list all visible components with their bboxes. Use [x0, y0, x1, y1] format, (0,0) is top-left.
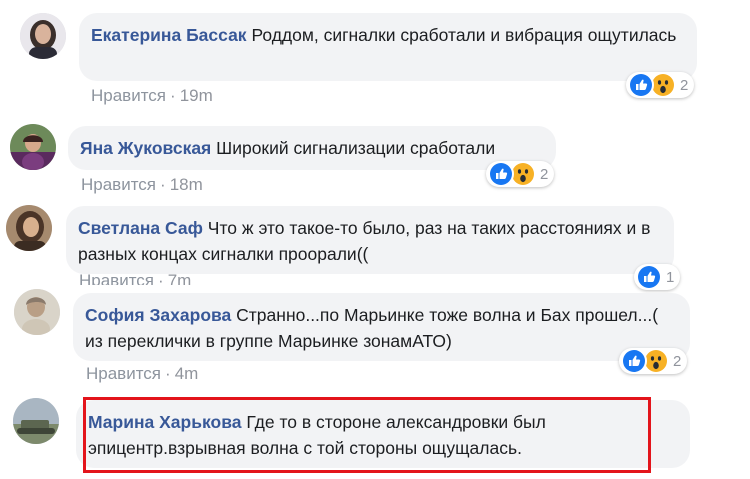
reactions-summary[interactable]: 1	[634, 264, 681, 290]
like-link[interactable]: Нравится	[91, 86, 166, 105]
avatar-photo	[14, 289, 60, 335]
avatar-photo	[6, 205, 52, 251]
reaction-count: 1	[666, 268, 675, 286]
like-icon	[628, 72, 654, 98]
comment-bubble: София Захарова Странно...по Марьинке тож…	[73, 293, 690, 361]
comment-author[interactable]: Екатерина Бассак	[91, 25, 247, 45]
like-icon	[636, 264, 662, 290]
comment-text: Широкий сигнализации сработали	[216, 138, 496, 158]
avatar-photo	[20, 13, 66, 59]
comment-actions: Нравится · 4m	[86, 364, 198, 384]
comment-actions: Нравится · 18m	[81, 175, 203, 195]
timestamp[interactable]: 19m	[180, 86, 213, 105]
like-link[interactable]: Нравится	[86, 364, 161, 383]
avatar[interactable]	[6, 205, 52, 251]
reaction-count: 2	[680, 76, 689, 94]
separator-dot: ·	[160, 175, 166, 194]
reactions-summary[interactable]: 2	[619, 348, 688, 374]
separator-dot: ·	[158, 271, 164, 285]
avatar-photo	[10, 124, 56, 170]
reactions-summary[interactable]: 2	[486, 161, 555, 187]
timestamp[interactable]: 18m	[170, 175, 203, 194]
timestamp[interactable]: 4m	[175, 364, 199, 383]
reaction-count: 2	[540, 165, 549, 183]
reaction-count: 2	[673, 352, 682, 370]
comment-bubble: Светлана Саф Что ж это такое-то было, ра…	[66, 206, 674, 274]
separator-dot: ·	[165, 364, 171, 383]
like-link[interactable]: Нравится	[79, 271, 154, 285]
like-icon	[488, 161, 514, 187]
comment-actions: Нравится · 7m	[79, 271, 191, 285]
comment-author[interactable]: Светлана Саф	[78, 218, 203, 238]
reactions-summary[interactable]: 2	[626, 72, 695, 98]
avatar[interactable]	[13, 398, 59, 444]
like-link[interactable]: Нравится	[81, 175, 156, 194]
comment-author[interactable]: Яна Жуковская	[80, 138, 211, 158]
timestamp[interactable]: 7m	[168, 271, 192, 285]
comment-text: Роддом, сигналки сработали и вибрация ощ…	[251, 25, 677, 45]
avatar[interactable]	[14, 289, 60, 335]
comment-actions: Нравится · 19m	[91, 86, 213, 106]
like-icon	[621, 348, 647, 374]
comment-bubble: Екатерина Бассак Роддом, сигналки сработ…	[79, 13, 697, 81]
avatar[interactable]	[10, 124, 56, 170]
separator-dot: ·	[170, 86, 176, 105]
comment-bubble: Яна Жуковская Широкий сигнализации срабо…	[68, 126, 556, 170]
highlight-box	[83, 397, 651, 473]
avatar[interactable]	[20, 13, 66, 59]
avatar-photo	[13, 398, 59, 444]
comment-author[interactable]: София Захарова	[85, 305, 231, 325]
